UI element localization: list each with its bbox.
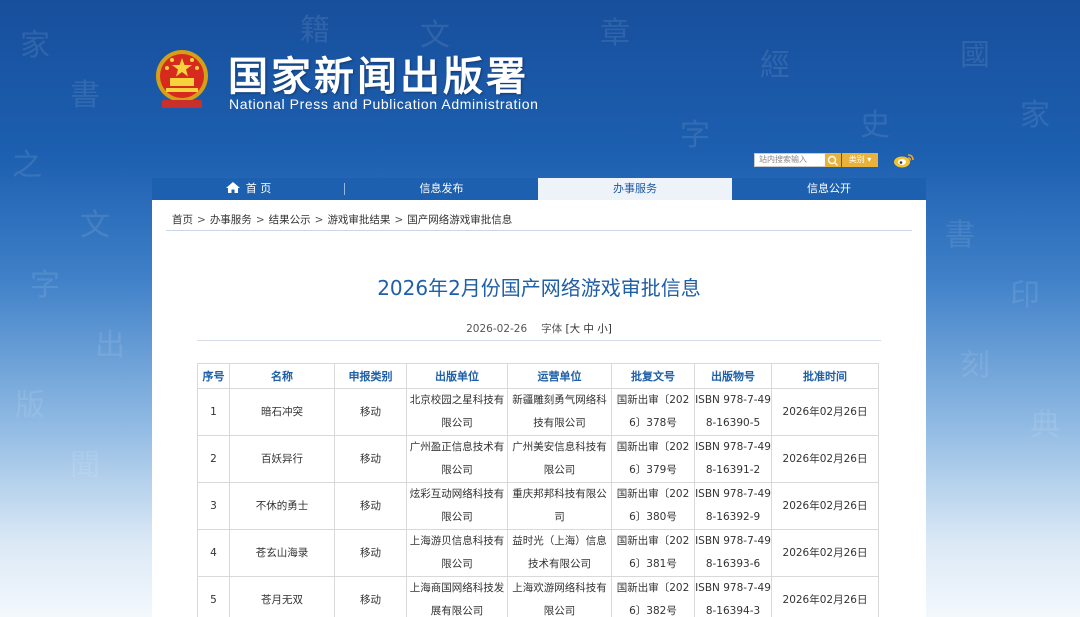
col-header-isbn: 出版物号 — [694, 363, 772, 389]
cell-category: 移动 — [334, 529, 407, 577]
breadcrumb-services[interactable]: 办事服务 — [210, 214, 252, 226]
cell-approval-no: 国新出审〔2026〕378号 — [611, 388, 695, 436]
main-nav: 首 页 信息发布 办事服务 信息公开 — [152, 178, 926, 200]
publish-date: 2026-02-26 — [466, 323, 528, 335]
weibo-icon[interactable] — [893, 152, 915, 168]
site-title: 国家新闻出版署 — [228, 54, 529, 100]
cell-isbn: ISBN 978-7-498-16394-3 — [694, 576, 772, 617]
cell-index: 1 — [197, 388, 230, 436]
cell-isbn: ISBN 978-7-498-16393-6 — [694, 529, 772, 577]
col-header-category: 申报类别 — [334, 363, 407, 389]
col-header-name: 名称 — [229, 363, 335, 389]
table-header-row: 序号 名称 申报类别 出版单位 运营单位 批复文号 出版物号 批准时间 — [197, 363, 879, 389]
cell-index: 4 — [197, 529, 230, 577]
site-subtitle: National Press and Publication Administr… — [229, 96, 539, 112]
cell-publisher: 上海游贝信息科技有限公司 — [406, 529, 508, 577]
site-header: 国家新闻出版署 National Press and Publication A… — [0, 0, 1080, 178]
category-select[interactable]: 类别 ▾ — [842, 153, 878, 167]
col-header-publisher: 出版单位 — [406, 363, 508, 389]
cell-approval-date: 2026年02月26日 — [771, 388, 879, 436]
breadcrumb-separator: > — [197, 214, 206, 226]
cell-publisher: 广州盈正信息技术有限公司 — [406, 435, 508, 483]
nav-services[interactable]: 办事服务 — [538, 178, 732, 200]
cell-name: 苍月无双 — [229, 576, 335, 617]
breadcrumb-separator: > — [255, 214, 265, 226]
cell-approval-date: 2026年02月26日 — [771, 529, 879, 577]
content-panel: 首页 > 办事服务 > 结果公示 > 游戏审批结果 > 国产网络游戏审批信息 2026年2月份国… — [152, 200, 926, 617]
title-divider — [197, 340, 881, 341]
cell-approval-date: 2026年02月26日 — [771, 482, 879, 530]
cell-name: 苍玄山海录 — [229, 529, 335, 577]
col-header-approval-no: 批复文号 — [611, 363, 695, 389]
col-header-approval-date: 批准时间 — [771, 363, 879, 389]
cell-approval-date: 2026年02月26日 — [771, 576, 879, 617]
cell-approval-no: 国新出审〔2026〕379号 — [611, 435, 695, 483]
cell-isbn: ISBN 978-7-498-16391-2 — [694, 435, 772, 483]
breadcrumb-divider — [166, 230, 912, 231]
search-input[interactable]: 站内搜索输入 — [754, 153, 830, 167]
nav-home[interactable]: 首 页 — [152, 178, 345, 200]
cell-operator: 广州美安信息科技有限公司 — [507, 435, 612, 483]
font-size-label: 字体 — [541, 323, 563, 335]
search-icon — [827, 155, 838, 166]
national-emblem-icon — [156, 50, 208, 108]
cell-name: 百妖异行 — [229, 435, 335, 483]
nav-info-release[interactable]: 信息发布 — [345, 178, 538, 200]
table-row: 5 苍月无双 移动 上海商国网络科技发展有限公司 上海欢游网络科技有限公司 国新… — [197, 576, 879, 617]
cell-approval-no: 国新出审〔2026〕382号 — [611, 576, 695, 617]
cell-index: 5 — [197, 576, 230, 617]
cell-name: 暗石冲突 — [229, 388, 335, 436]
cell-index: 2 — [197, 435, 230, 483]
breadcrumb-separator: > — [394, 214, 404, 226]
cell-publisher: 上海商国网络科技发展有限公司 — [406, 576, 508, 617]
table-row: 3 不休的勇士 移动 炫彩互动网络科技有限公司 重庆邦邦科技有限公司 国新出审〔… — [197, 482, 879, 530]
cell-name: 不休的勇士 — [229, 482, 335, 530]
cell-operator: 重庆邦邦科技有限公司 — [507, 482, 612, 530]
breadcrumb-current[interactable]: 国产网络游戏审批信息 — [407, 214, 512, 226]
cell-category: 移动 — [334, 576, 407, 617]
table-row: 1 暗石冲突 移动 北京校园之星科技有限公司 新疆雕刻勇气网络科技有限公司 国新… — [197, 388, 879, 436]
cell-category: 移动 — [334, 482, 407, 530]
approval-table: 序号 名称 申报类别 出版单位 运营单位 批复文号 出版物号 批准时间 1 暗石… — [197, 363, 879, 617]
cell-approval-no: 国新出审〔2026〕380号 — [611, 482, 695, 530]
cell-operator: 益时光（上海）信息技术有限公司 — [507, 529, 612, 577]
font-size-switcher[interactable]: [大 中 小] — [566, 323, 612, 335]
breadcrumb-home[interactable]: 首页 — [172, 214, 193, 226]
cell-operator: 上海欢游网络科技有限公司 — [507, 576, 612, 617]
cell-index: 3 — [197, 482, 230, 530]
home-icon — [225, 182, 240, 193]
breadcrumb: 首页 > 办事服务 > 结果公示 > 游戏审批结果 > 国产网络游戏审批信息 — [172, 212, 512, 227]
cell-approval-no: 国新出审〔2026〕381号 — [611, 529, 695, 577]
cell-isbn: ISBN 978-7-498-16392-9 — [694, 482, 772, 530]
cell-isbn: ISBN 978-7-498-16390-5 — [694, 388, 772, 436]
cell-approval-date: 2026年02月26日 — [771, 435, 879, 483]
table-row: 2 百妖异行 移动 广州盈正信息技术有限公司 广州美安信息科技有限公司 国新出审… — [197, 435, 879, 483]
nav-home-label: 首 页 — [245, 182, 272, 195]
table-row: 4 苍玄山海录 移动 上海游贝信息科技有限公司 益时光（上海）信息技术有限公司 … — [197, 529, 879, 577]
article-title: 2026年2月份国产网络游戏审批信息 — [377, 276, 701, 300]
col-header-index: 序号 — [197, 363, 230, 389]
col-header-operator: 运营单位 — [507, 363, 612, 389]
breadcrumb-results[interactable]: 结果公示 — [269, 214, 311, 226]
article-meta: 2026-02-26 字体 [大 中 小] — [152, 321, 926, 336]
cell-operator: 新疆雕刻勇气网络科技有限公司 — [507, 388, 612, 436]
cell-publisher: 北京校园之星科技有限公司 — [406, 388, 508, 436]
cell-publisher: 炫彩互动网络科技有限公司 — [406, 482, 508, 530]
nav-info-disclosure[interactable]: 信息公开 — [732, 178, 926, 200]
cell-category: 移动 — [334, 388, 407, 436]
breadcrumb-separator: > — [314, 214, 324, 226]
cell-category: 移动 — [334, 435, 407, 483]
search-button[interactable] — [825, 153, 841, 167]
breadcrumb-game-approvals[interactable]: 游戏审批结果 — [327, 214, 390, 226]
